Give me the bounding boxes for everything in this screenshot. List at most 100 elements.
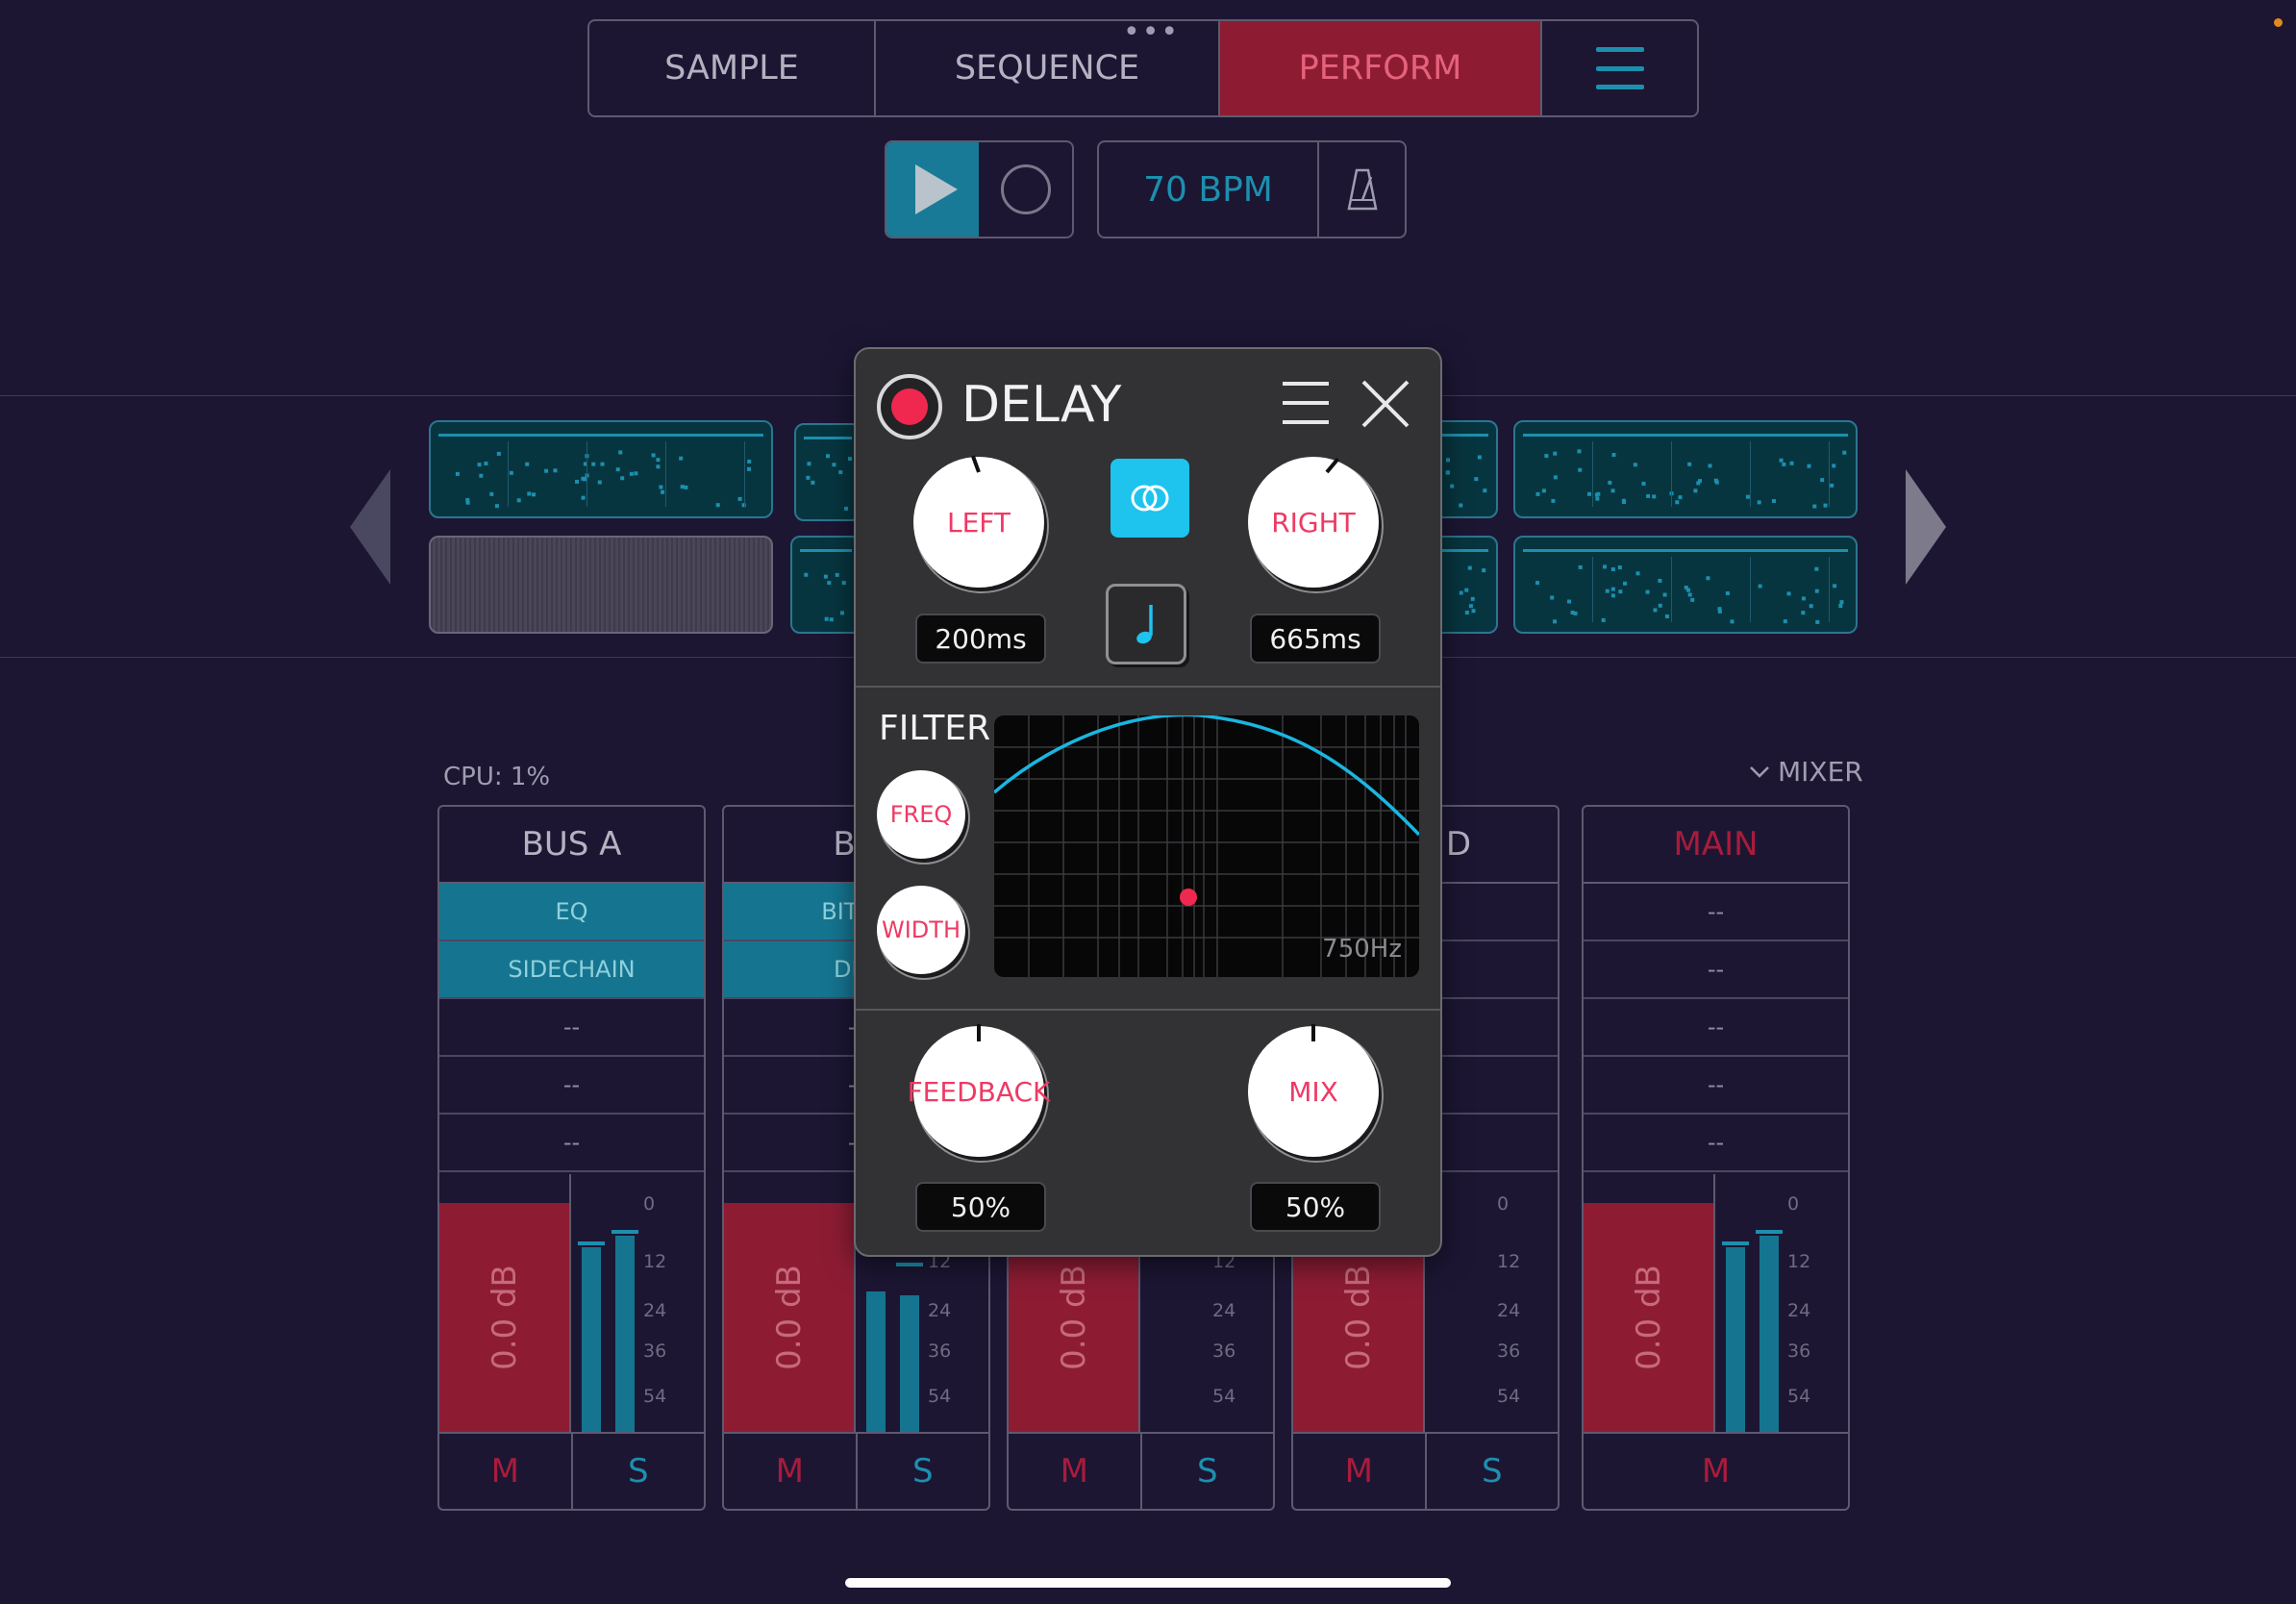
knob-label: WIDTH [882,916,961,943]
menu-button[interactable] [1542,21,1697,115]
tab-sample[interactable]: SAMPLE [589,21,876,115]
pattern-slot[interactable] [794,423,861,521]
mixer-toggle[interactable]: MIXER [1749,756,1863,788]
meter-peak [896,1263,923,1266]
close-icon[interactable] [1360,378,1411,430]
feedback-knob[interactable]: FEEDBACK [908,1024,1050,1157]
scale-label: 36 [928,1341,952,1362]
pattern-notes [1523,549,1848,624]
effect-slot[interactable]: -- [1584,999,1848,1057]
effect-slot[interactable]: -- [1584,941,1848,999]
effect-slot[interactable]: -- [439,1057,704,1115]
effect-slot[interactable]: EQ [439,884,704,941]
volume-fader[interactable]: 0.0 dB [439,1203,571,1432]
solo-button[interactable]: S [573,1434,705,1509]
scale-label: 24 [1787,1300,1811,1321]
feedback-value[interactable]: 50% [915,1182,1046,1232]
solo-button[interactable]: S [1427,1434,1559,1509]
filter-width-knob[interactable]: WIDTH [877,886,965,974]
mute-button[interactable]: M [1009,1434,1142,1509]
transport-controls [885,140,1074,238]
previous-page-arrow[interactable] [350,469,390,585]
meter-bar-left [866,1291,886,1432]
filter-freq-knob[interactable]: FREQ [877,770,965,859]
hamburger-icon [1595,47,1644,89]
meter-bar-right [1759,1236,1779,1432]
status-indicator-dot [2274,18,2283,27]
pattern-slot[interactable] [1433,536,1498,634]
effect-slot[interactable]: -- [439,999,704,1057]
metronome-button[interactable] [1319,142,1405,237]
scale-label: 54 [928,1386,952,1407]
mixer-channel-main: MAIN -- -- -- -- -- 0.0 dB 0 12 24 36 54… [1582,805,1850,1511]
effect-slot[interactable]: -- [1584,1057,1848,1115]
knob-label: FEEDBACK [907,1075,1051,1108]
channel-name[interactable]: MAIN [1584,807,1848,884]
pattern-slot[interactable] [1513,420,1858,518]
meter-peak [1722,1241,1749,1245]
scale-label: 36 [643,1341,667,1362]
next-page-arrow[interactable] [1906,469,1946,585]
pattern-slot-empty[interactable] [429,536,773,634]
effect-slot[interactable]: -- [1584,884,1848,941]
play-button[interactable] [886,142,979,237]
scale-label: 24 [643,1300,667,1321]
channel-name[interactable]: BUS A [439,807,704,884]
level-meter: 0.0 dB 0 12 24 36 54 [1584,1174,1848,1434]
mute-button[interactable]: M [1584,1434,1848,1509]
scale-label: 54 [1497,1386,1521,1407]
pattern-slot[interactable] [790,536,861,634]
scale-label: 24 [928,1300,952,1321]
delay-effect-panel: DELAY LEFT 200ms RIGHT 665ms FILTER FREQ… [854,347,1442,1257]
home-indicator[interactable] [845,1578,1451,1588]
knob-label: FREQ [889,801,953,828]
scale-label: 54 [1212,1386,1236,1407]
scale-label: 0 [643,1193,656,1215]
effect-slot[interactable]: SIDECHAIN [439,941,704,999]
filter-response-graph[interactable]: 750Hz [994,715,1419,977]
effect-power-button[interactable] [877,374,942,439]
meter-peak [578,1241,605,1245]
pattern-notes [438,434,763,509]
scale-label: 12 [643,1251,667,1272]
scale-label: 12 [1497,1251,1521,1272]
volume-fader[interactable]: 0.0 dB [724,1203,856,1432]
level-meter: 0.0 dB 0 12 24 36 54 [439,1174,704,1434]
meter-peak [1756,1230,1783,1234]
right-time-value[interactable]: 665ms [1250,614,1381,664]
effect-slot[interactable]: -- [1584,1115,1848,1172]
tempo-sync-button[interactable] [1106,584,1186,664]
stereo-link-button[interactable] [1111,459,1189,538]
scale-label: 36 [1497,1341,1521,1362]
scale-label: 0 [1787,1193,1800,1215]
left-time-knob[interactable]: LEFT [913,455,1044,588]
scale-label: 0 [1497,1193,1510,1215]
cpu-usage: CPU: 1% [443,763,551,791]
solo-button[interactable]: S [858,1434,989,1509]
bpm-display[interactable]: 70 BPM [1099,142,1319,237]
mix-value[interactable]: 50% [1250,1182,1381,1232]
left-time-value[interactable]: 200ms [915,614,1046,664]
scale-label: 36 [1212,1341,1236,1362]
mute-button[interactable]: M [724,1434,858,1509]
pattern-slot[interactable] [1513,536,1858,634]
more-dots-icon[interactable]: ••• [1123,15,1180,49]
mute-button[interactable]: M [1293,1434,1427,1509]
mute-button[interactable]: M [439,1434,573,1509]
pattern-slot[interactable] [1433,420,1498,518]
mix-knob[interactable]: MIX [1248,1024,1379,1157]
pattern-slot[interactable] [429,420,773,518]
pattern-notes [804,437,852,511]
tab-perform[interactable]: PERFORM [1220,21,1542,115]
record-button[interactable] [979,142,1072,237]
effect-slot[interactable]: -- [439,1115,704,1172]
scale-label: 54 [1787,1386,1811,1407]
scale-label: 24 [1212,1300,1236,1321]
mixer-toggle-label: MIXER [1778,756,1863,788]
right-time-knob[interactable]: RIGHT [1248,457,1379,588]
volume-fader[interactable]: 0.0 dB [1584,1203,1715,1432]
effect-menu-icon[interactable] [1283,382,1329,424]
chevron-down-icon [1750,765,1769,778]
knob-label: MIX [1288,1075,1338,1108]
solo-button[interactable]: S [1142,1434,1274,1509]
